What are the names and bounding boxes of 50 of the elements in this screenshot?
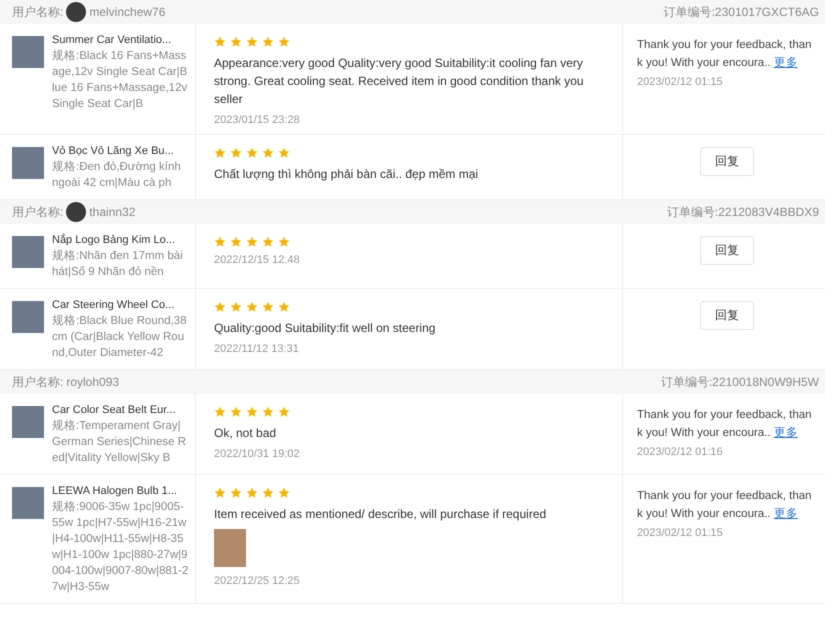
photo-placeholder[interactable] [214,529,246,567]
product-title[interactable]: Summer Car Ventilatio... [52,32,189,48]
review-text: Appearance:very good Quality:very good Suitability:it cooling fan very strong. Great cooling seat. Received item in good condition thank you seller [214,55,585,108]
reply-date: 2023/02/12 01:15 [637,527,724,539]
product-spec: 规格:Đen đỏ,Đường kính ngoài 42 cm|Màu cà ph [52,160,182,191]
order-number: 订单编号:2212083V4BBDX9 [666,204,819,220]
order-number: 订单编号:2210018N0W9H5W [660,374,819,390]
product-thumbnail [12,236,44,268]
product-thumbnail [12,406,44,438]
review-text: Chất lượng thì không phải bàn cãi.. đẹp mềm mại [214,166,480,183]
review-date: 2023/01/15 23:28 [214,114,301,126]
product-spec: 规格:9006-35w 1pc|9005-55w 1pc|H7-55w|H16-21w|H4-100w|H11-55w|H8-35w|H1-100w 1pc|880-27w|9004-100w|9007-80w|881-27w|H3-55w [52,500,189,595]
username: royloh093 [66,375,120,389]
product-title[interactable]: Nắp Logo Bảng Kim Lo... [52,232,189,248]
username: melvinchew76 [89,5,166,19]
product-thumbnail [12,301,44,333]
username: thainn32 [89,205,136,219]
product-title[interactable]: Car Color Seat Belt Eur... [52,402,189,418]
reply-button[interactable]: 回复 [700,236,754,265]
product-title[interactable]: Car Steering Wheel Co... [52,297,189,313]
product-title[interactable]: Vỏ Bọc Vô Lăng Xe Bu... [52,143,189,159]
review-date: 2022/12/15 12:48 [214,254,301,266]
username-label: 用户名称: [12,204,64,220]
review-date: 2022/10/31 19:02 [214,448,301,460]
reply-date: 2023/02/12 01:15 [637,76,724,88]
product-thumbnail [12,487,44,519]
product-thumbnail [12,36,44,68]
order-number: 订单编号:2301017GXCT6AG [664,4,819,20]
more-link[interactable]: 更多 [774,508,798,520]
product-title[interactable]: LEEWA Halogen Bulb 1... [52,483,189,499]
review-text: Ok, not bad [214,425,278,442]
reply-button[interactable]: 回复 [700,301,754,330]
review-text: Item received as mentioned/ describe, will purchase if required [214,506,548,523]
review-date: 2022/12/25 12:25 [214,575,301,587]
product-spec: 规格:Black 16 Fans+Massage,12v Single Seat Car|Blue 16 Fans+Massage,12v Single Seat Car|B [52,48,188,112]
product-spec: 规格:Temperament Gray|German Series|Chinese Red|Vitality Yellow|Sky B [52,418,188,466]
reply-text: Thank you for your feedback, thank you! With your encoura.. 更多 [637,408,813,441]
reply-text: Thank you for your feedback, thank you! With your encoura.. 更多 [637,38,813,71]
more-link[interactable]: 更多 [774,57,798,69]
username-label: 用户名称: [12,374,64,390]
more-link[interactable]: 更多 [774,427,798,439]
reply-text: Thank you for your feedback, thank you! With your encoura.. 更多 [637,489,813,522]
review-text: Quality:good Suitability:fit well on steering [214,320,436,337]
product-thumbnail [12,147,44,179]
reply-date: 2023/02/12 01:16 [637,446,724,458]
product-spec: 规格:Nhãn đen 17mm bài hát|Số 9 Nhãn đỏ nền [52,248,184,280]
product-spec: 规格:Black Blue Round,38cm (Car|Black Yellow Round,Outer Diameter-42 [52,314,188,361]
reply-button[interactable]: 回复 [700,147,754,176]
username-label: 用户名称: [12,4,64,20]
review-date: 2022/11/12 13:31 [214,343,300,355]
